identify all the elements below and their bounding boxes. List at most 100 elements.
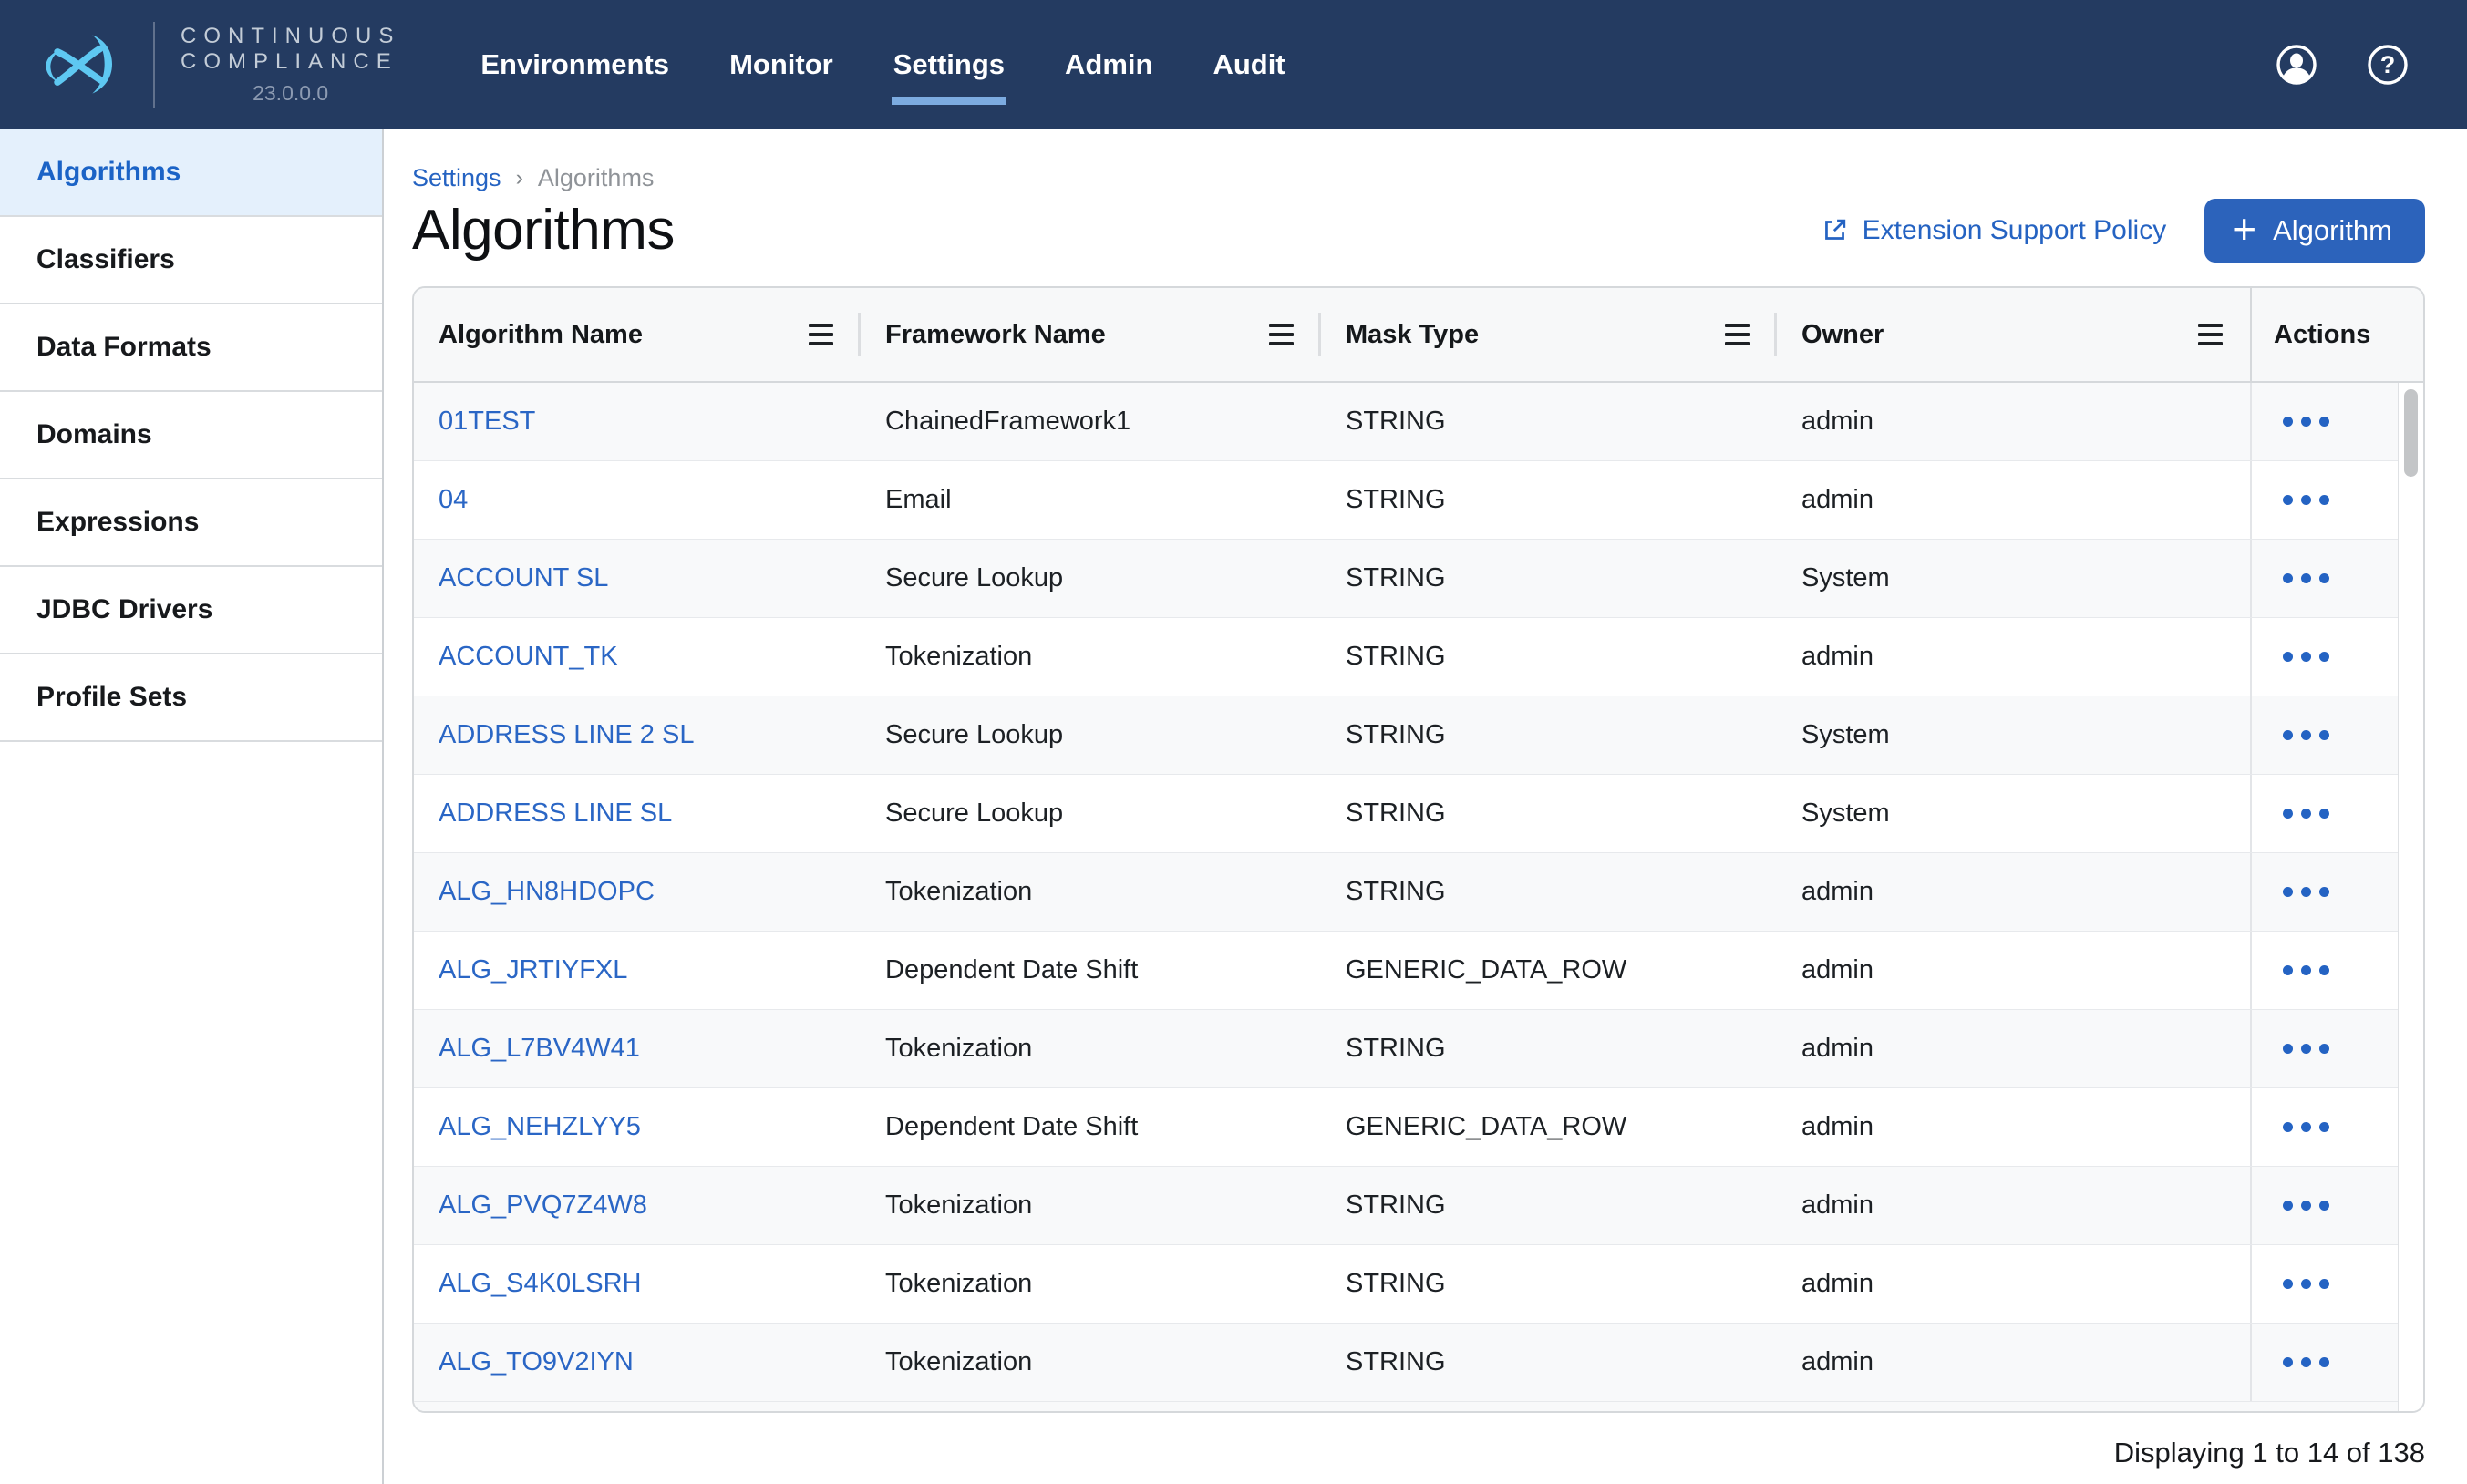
row-actions-button[interactable] (2274, 1188, 2338, 1223)
column-menu-icon[interactable] (1264, 318, 1299, 351)
framework-name-cell: Tokenization (861, 1010, 1321, 1087)
mask-type-cell: GENERIC_DATA_ROW (1321, 932, 1777, 1009)
table-scrollbar-track[interactable] (2398, 383, 2423, 1413)
row-actions-cell (2250, 932, 2398, 1009)
owner-cell: admin (1777, 1324, 2250, 1401)
top-nav-item[interactable]: Admin (1065, 48, 1152, 81)
algorithm-name-cell: ALG_TO9V2IYN (414, 1324, 861, 1401)
framework-name-cell: Secure Lookup (861, 775, 1321, 852)
algorithm-name-link[interactable]: ALG_HN8HDOPC (439, 877, 655, 907)
external-link-icon (1821, 216, 1849, 244)
main-nav: Environments Monitor Settings Admin Audi… (480, 48, 1285, 81)
algorithm-name-cell: 01TEST (414, 383, 861, 460)
algorithms-table: Algorithm Name Framework Name Mask Type … (412, 286, 2425, 1413)
row-actions-cell (2250, 383, 2398, 460)
main-content: Settings › Algorithms Algorithms Extensi… (384, 129, 2467, 1484)
algorithm-name-link[interactable]: ALG_JRTIYFXL (439, 955, 627, 985)
framework-name-cell: ChainedFramework1 (861, 383, 1321, 460)
row-actions-cell (2250, 1010, 2398, 1087)
mask-type-cell: STRING (1321, 1010, 1777, 1087)
breadcrumb-current: Algorithms (538, 164, 655, 192)
sidebar-item[interactable]: Expressions (0, 479, 382, 567)
framework-name-cell: Tokenization (861, 1324, 1321, 1401)
table-row: ACCOUNT_TK Tokenization STRING admin (414, 618, 2398, 696)
algorithm-name-link[interactable]: ALG_S4K0LSRH (439, 1269, 641, 1299)
help-icon[interactable]: ? (2367, 44, 2409, 86)
framework-name-cell: Tokenization (861, 618, 1321, 696)
algorithm-name-link[interactable]: ALG_PVQ7Z4W8 (439, 1190, 647, 1221)
table-row: ALG_S4K0LSRH Tokenization STRING admin (414, 1245, 2398, 1324)
algorithm-name-cell: ADDRESS LINE 2 SL (414, 696, 861, 774)
column-header-owner: Owner (1777, 288, 2250, 381)
mask-type-cell: STRING (1321, 383, 1777, 460)
algorithm-name-link[interactable]: ALG_L7BV4W41 (439, 1034, 640, 1064)
row-actions-button[interactable] (2274, 796, 2338, 831)
top-nav-item[interactable]: Audit (1213, 48, 1285, 81)
table-row: 04 Email STRING admin (414, 461, 2398, 540)
column-menu-icon[interactable] (803, 318, 839, 351)
user-account-icon[interactable] (2276, 44, 2317, 86)
add-button-label: Algorithm (2273, 214, 2392, 247)
table-header-row: Algorithm Name Framework Name Mask Type … (414, 288, 2423, 383)
column-menu-icon[interactable] (1719, 318, 1755, 351)
table-body: 01TEST ChainedFramework1 STRING admin (414, 383, 2423, 1413)
algorithm-name-cell: ALG_L7BV4W41 (414, 1010, 861, 1087)
top-nav-item[interactable]: Monitor (729, 48, 833, 81)
row-actions-button[interactable] (2274, 639, 2338, 675)
sidebar-item[interactable]: Classifiers (0, 217, 382, 304)
sidebar-item[interactable]: Profile Sets (0, 654, 382, 742)
row-actions-button[interactable] (2274, 717, 2338, 753)
algorithm-name-link[interactable]: ALG_NEHZLYY5 (439, 1112, 641, 1142)
row-actions-button[interactable] (2274, 953, 2338, 988)
row-actions-cell (2250, 853, 2398, 931)
sidebar-item[interactable]: JDBC Drivers (0, 567, 382, 654)
algorithm-name-cell: ACCOUNT_TK (414, 618, 861, 696)
framework-name-cell: Tokenization (861, 1167, 1321, 1244)
owner-cell: admin (1777, 1088, 2250, 1166)
sidebar-item[interactable]: Algorithms (0, 129, 382, 217)
table-rows: 01TEST ChainedFramework1 STRING admin (414, 383, 2398, 1402)
row-actions-button[interactable] (2274, 1031, 2338, 1067)
page-header: Algorithms Extension Support Policy + Al… (412, 198, 2425, 263)
algorithm-name-link[interactable]: ADDRESS LINE 2 SL (439, 720, 694, 750)
row-actions-button[interactable] (2274, 482, 2338, 518)
algorithm-name-link[interactable]: ACCOUNT SL (439, 563, 608, 593)
brand-logo-icon (35, 28, 126, 101)
algorithm-name-link[interactable]: ACCOUNT_TK (439, 642, 618, 672)
breadcrumb-settings-link[interactable]: Settings (412, 164, 501, 192)
table-scrollbar-thumb[interactable] (2404, 389, 2418, 477)
algorithm-name-link[interactable]: 01TEST (439, 407, 535, 437)
top-nav-item[interactable]: Settings (893, 48, 1005, 81)
sidebar-item[interactable]: Domains (0, 392, 382, 479)
row-actions-button[interactable] (2274, 874, 2338, 910)
row-actions-cell (2250, 775, 2398, 852)
owner-cell: System (1777, 775, 2250, 852)
algorithm-name-link[interactable]: 04 (439, 485, 468, 515)
row-actions-button[interactable] (2274, 1109, 2338, 1145)
brand-line-2: COMPLIANCE (181, 49, 400, 75)
page-header-actions: Extension Support Policy + Algorithm (1821, 199, 2425, 263)
add-algorithm-button[interactable]: + Algorithm (2204, 199, 2425, 263)
column-header-mask-type: Mask Type (1321, 288, 1777, 381)
algorithm-name-link[interactable]: ADDRESS LINE SL (439, 799, 672, 829)
row-actions-button[interactable] (2274, 1266, 2338, 1302)
top-nav-item[interactable]: Environments (480, 48, 669, 81)
algorithm-name-cell: ALG_NEHZLYY5 (414, 1088, 861, 1166)
column-header-actions: Actions (2250, 288, 2398, 381)
row-actions-cell (2250, 540, 2398, 617)
algorithm-name-link[interactable]: ALG_TO9V2IYN (439, 1347, 634, 1377)
extension-support-policy-link[interactable]: Extension Support Policy (1821, 215, 2167, 246)
pagination-status: Displaying 1 to 14 of 138 (412, 1437, 2425, 1469)
settings-sidebar: Algorithms Classifiers Data Formats Doma… (0, 129, 384, 1484)
column-menu-icon[interactable] (2193, 318, 2228, 351)
framework-name-cell: Tokenization (861, 1245, 1321, 1323)
row-actions-button[interactable] (2274, 561, 2338, 596)
sidebar-item[interactable]: Data Formats (0, 304, 382, 392)
row-actions-button[interactable] (2274, 1345, 2338, 1380)
row-actions-button[interactable] (2274, 404, 2338, 439)
mask-type-cell: STRING (1321, 1167, 1777, 1244)
framework-name-cell: Dependent Date Shift (861, 932, 1321, 1009)
mask-type-cell: STRING (1321, 540, 1777, 617)
owner-cell: admin (1777, 383, 2250, 460)
framework-name-cell: Secure Lookup (861, 696, 1321, 774)
